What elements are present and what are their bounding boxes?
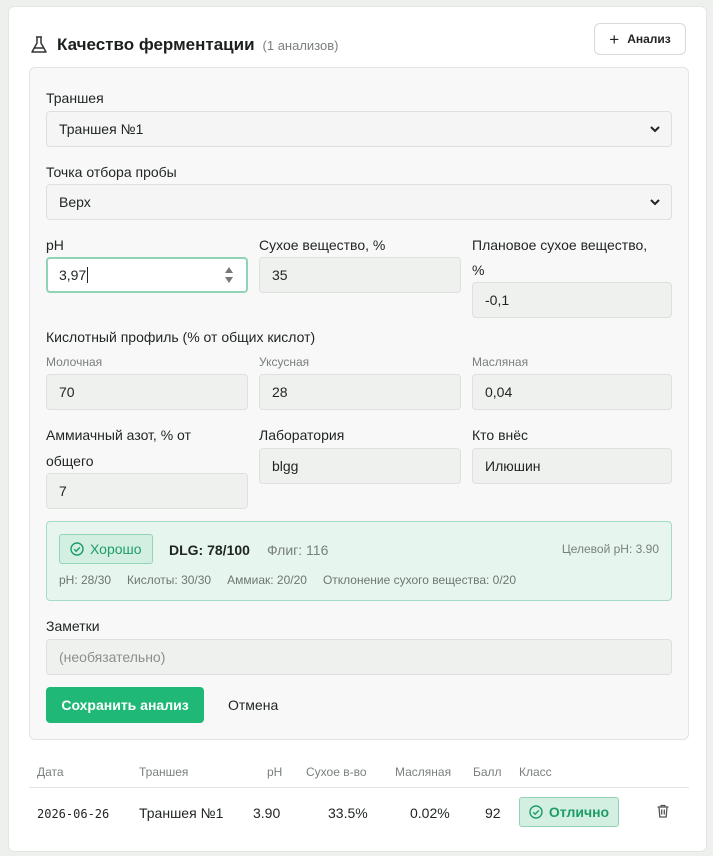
- butyric-value: 0,04: [485, 384, 513, 400]
- entered-by-input[interactable]: Илюшин: [472, 448, 672, 484]
- acetic-label: Уксусная: [259, 355, 310, 369]
- planned-dry-matter-label-line2: %: [472, 262, 485, 278]
- row-score: 92: [485, 805, 501, 821]
- add-analysis-button[interactable]: + Анализ: [594, 23, 686, 55]
- row-trench: Траншея №1: [139, 805, 224, 821]
- trash-icon[interactable]: [655, 803, 671, 819]
- column-header-ph: pH: [267, 765, 283, 779]
- acetic-value: 28: [272, 384, 288, 400]
- entered-by-value: Илюшин: [485, 458, 541, 474]
- trench-select[interactable]: Траншея №1: [46, 111, 672, 147]
- sample-point-label: Точка отбора пробы: [46, 164, 177, 180]
- chevron-down-icon: [650, 199, 660, 206]
- save-analysis-button[interactable]: Сохранить анализ: [46, 687, 204, 723]
- cancel-button[interactable]: Отмена: [228, 697, 278, 713]
- ammonia-label-line1: Аммиачный азот, % от: [46, 427, 191, 443]
- flask-icon: [29, 35, 49, 55]
- analysis-form: Траншея Траншея №1 Точка отбора пробы Ве…: [29, 67, 689, 740]
- notes-placeholder: (необязательно): [59, 649, 166, 665]
- entered-by-label: Кто внёс: [472, 427, 529, 443]
- dry-matter-label: Сухое вещество, %: [259, 237, 386, 253]
- add-analysis-label: Анализ: [627, 32, 671, 46]
- check-circle-icon: [529, 805, 543, 819]
- ph-value: 3,97: [59, 267, 87, 283]
- flieg-score: Флиг: 116: [267, 542, 329, 558]
- metric-ammonia: Аммиак: 20/20: [227, 573, 307, 587]
- grade-summary: Хорошо DLG: 78/100 Флиг: 116 Целевой pH:…: [46, 521, 672, 601]
- chevron-down-icon: [650, 126, 660, 133]
- ph-label: pH: [46, 237, 64, 253]
- planned-dry-matter-label-line1: Плановое сухое вещество,: [472, 237, 648, 253]
- planned-dry-matter-value: -0,1: [485, 292, 510, 308]
- plus-icon: +: [609, 29, 620, 49]
- dry-matter-value: 35: [272, 267, 288, 283]
- metric-ph: pH: 28/30: [59, 573, 112, 587]
- dlg-score: DLG: 78/100: [169, 542, 250, 558]
- column-header-class: Класс: [519, 765, 552, 779]
- fermentation-quality-card: Качество ферментации (1 анализов) + Анал…: [8, 6, 707, 852]
- butyric-input[interactable]: 0,04: [472, 374, 672, 410]
- planned-dry-matter-label: Плановое сухое вещество,: [472, 237, 647, 253]
- lactic-value: 70: [59, 384, 75, 400]
- column-header-score: Балл: [473, 765, 502, 779]
- acetic-input[interactable]: 28: [259, 374, 461, 410]
- row-class-label: Отлично: [548, 804, 610, 820]
- grade-badge-label: Хорошо: [90, 541, 142, 557]
- lactic-label: Молочная: [46, 355, 103, 369]
- butyric-label: Масляная: [472, 355, 529, 369]
- sample-point-select[interactable]: Верх: [46, 184, 672, 220]
- card-header: Качество ферментации (1 анализов) + Анал…: [29, 23, 686, 63]
- ammonia-label-line2: общего: [46, 453, 94, 469]
- row-class-badge: Отлично: [519, 797, 619, 827]
- notes-input[interactable]: (необязательно): [46, 639, 672, 675]
- metric-acids: Кислоты: 30/30: [127, 573, 212, 587]
- row-butyric: 0.02%: [410, 805, 450, 821]
- notes-label: Заметки: [46, 618, 100, 634]
- table-header-divider: [29, 787, 689, 788]
- acid-profile-label: Кислотный профиль (% от общих кислот): [46, 329, 316, 345]
- spinner-arrows-icon[interactable]: [224, 266, 234, 284]
- column-header-butyric: Масляная: [395, 765, 452, 779]
- laboratory-input[interactable]: blgg: [259, 448, 461, 484]
- page-title: Качество ферментации: [57, 35, 255, 54]
- target-ph: Целевой pH: 3.90: [561, 542, 659, 556]
- check-circle-icon: [70, 542, 84, 556]
- lactic-input[interactable]: 70: [46, 374, 248, 410]
- laboratory-label: Лаборатория: [259, 427, 345, 443]
- score-breakdown: pH: 28/30 Кислоты: 30/30 Аммиак: 20/20 О…: [59, 573, 516, 587]
- row-ph: 3.90: [253, 805, 281, 821]
- grade-badge: Хорошо: [59, 534, 153, 564]
- analysis-count: (1 анализов): [262, 37, 339, 53]
- planned-dry-matter-input[interactable]: -0,1: [472, 282, 672, 318]
- column-header-trench: Траншея: [139, 765, 189, 779]
- sample-point-value: Верх: [59, 194, 91, 210]
- laboratory-value: blgg: [272, 458, 299, 474]
- row-dry-matter: 33.5%: [328, 805, 368, 821]
- dry-matter-input[interactable]: 35: [259, 257, 461, 293]
- trench-label: Траншея: [46, 90, 104, 106]
- column-header-date: Дата: [37, 765, 64, 779]
- column-header-dry-matter: Сухое в-во: [306, 765, 367, 779]
- ph-input[interactable]: 3,97: [46, 257, 248, 293]
- row-date: 2026-06-26: [37, 807, 110, 821]
- ammonia-value: 7: [59, 483, 67, 499]
- trench-value: Траншея №1: [59, 121, 144, 137]
- text-caret: [87, 267, 89, 283]
- metric-dry-matter-deviation: Отклонение сухого вещества: 0/20: [322, 573, 517, 587]
- ammonia-input[interactable]: 7: [46, 473, 248, 509]
